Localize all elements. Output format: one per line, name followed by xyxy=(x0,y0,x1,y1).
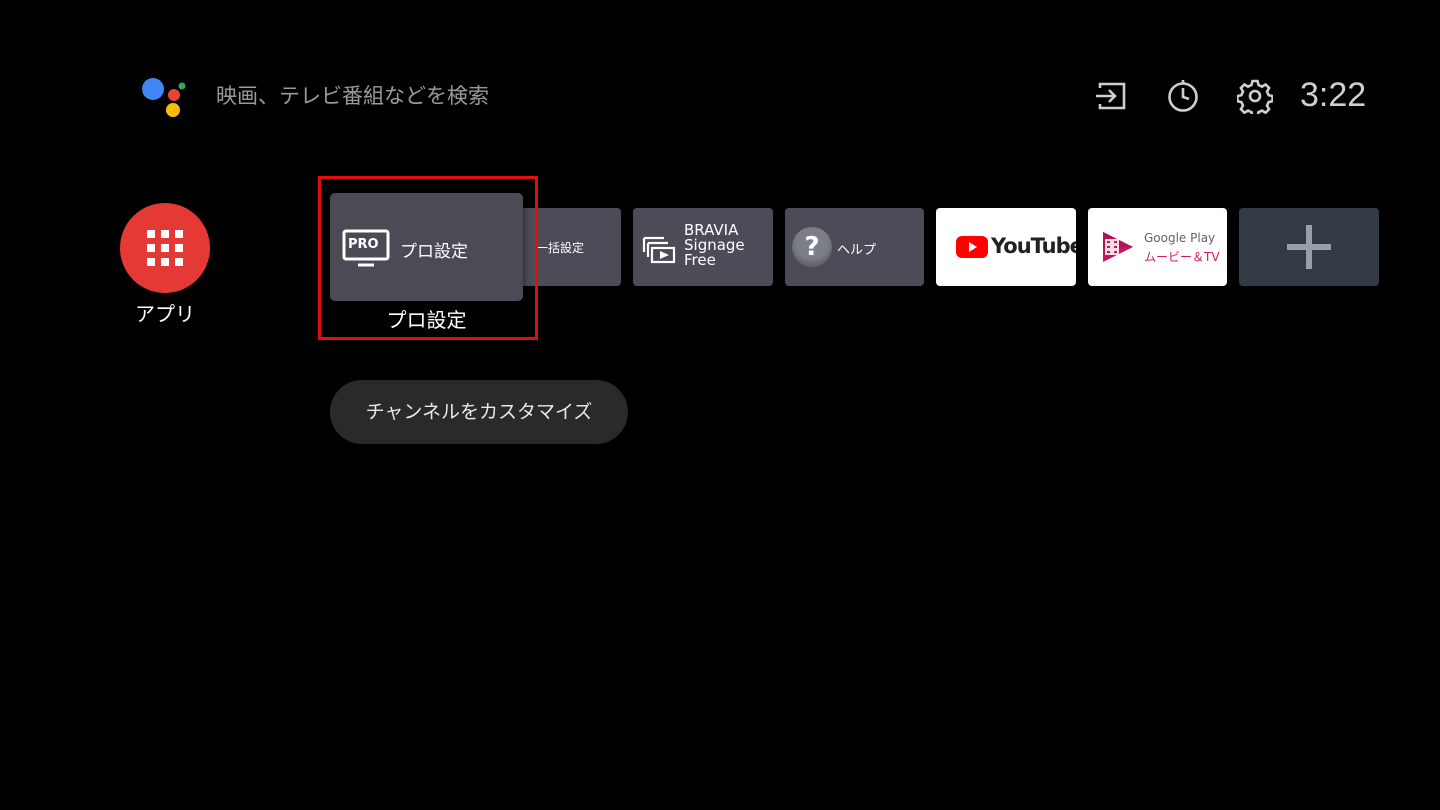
settings-gear-icon[interactable] xyxy=(1237,78,1273,114)
tile-label: 一括設定 xyxy=(536,241,585,255)
tile-pro-settings[interactable]: PRO プロ設定 xyxy=(330,193,523,301)
apps-button[interactable] xyxy=(120,203,210,293)
input-icon[interactable] xyxy=(1093,78,1129,114)
tile-help[interactable]: ? ヘルプ xyxy=(785,208,924,286)
youtube-logo-icon xyxy=(956,236,988,258)
google-assistant-icon[interactable] xyxy=(140,74,188,118)
clock-time: 3:22 xyxy=(1300,76,1367,114)
pro-badge: PRO xyxy=(348,237,379,252)
timer-icon[interactable] xyxy=(1165,78,1201,114)
play-movies-icon xyxy=(1103,232,1133,262)
youtube-wordmark: YouTube xyxy=(991,234,1076,258)
tile-label: BRAVIA Signage Free xyxy=(684,221,745,269)
search-hint[interactable]: 映画、テレビ番組などを検索 xyxy=(216,80,489,110)
tile-add-app[interactable] xyxy=(1239,208,1379,286)
customize-channels-button[interactable]: チャンネルをカスタマイズ xyxy=(330,380,628,444)
signage-icon xyxy=(642,236,676,264)
plus-icon xyxy=(1287,225,1331,269)
tile-youtube[interactable]: YouTube xyxy=(936,208,1076,286)
grid-icon xyxy=(147,230,183,266)
customize-channels-label: チャンネルをカスタマイズ xyxy=(365,401,593,423)
tile-bravia-signage[interactable]: BRAVIA Signage Free xyxy=(633,208,773,286)
google-play-text: Google Play xyxy=(1144,231,1216,245)
apps-label: アプリ xyxy=(135,302,195,326)
tile-google-play-movies[interactable]: Google Play ムービー＆TV xyxy=(1088,208,1227,286)
tile-label: プロ設定 xyxy=(400,242,468,262)
tile-label: ヘルプ xyxy=(837,243,877,258)
help-icon: ? xyxy=(792,227,832,267)
movies-tv-text: ムービー＆TV xyxy=(1144,250,1220,264)
focused-tile-title: プロ設定 xyxy=(386,308,467,332)
